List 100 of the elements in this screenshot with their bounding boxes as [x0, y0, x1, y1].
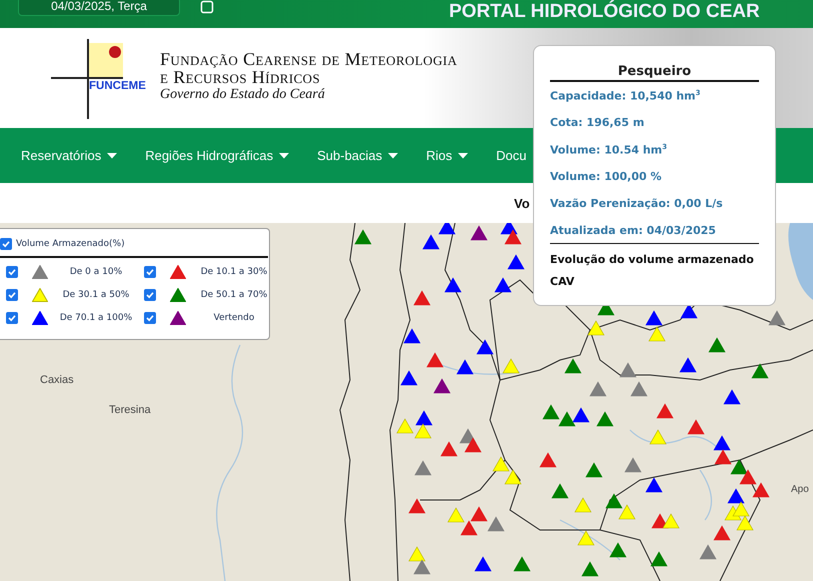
- triangle-marker[interactable]: [630, 381, 648, 396]
- triangle-marker[interactable]: [476, 339, 494, 354]
- triangle-marker[interactable]: [589, 381, 607, 396]
- triangle-marker[interactable]: [494, 277, 512, 292]
- triangle-marker[interactable]: [542, 404, 560, 420]
- triangle-marker[interactable]: [396, 418, 414, 434]
- triangle-marker[interactable]: [502, 358, 520, 374]
- triangle-marker[interactable]: [736, 515, 754, 530]
- triangle-marker[interactable]: [648, 326, 666, 342]
- organization-name: Fundação Cearense de Meteorologia: [160, 50, 458, 68]
- triangle-marker[interactable]: [474, 556, 492, 572]
- triangle-marker[interactable]: [574, 497, 592, 512]
- triangle-marker[interactable]: [551, 483, 569, 498]
- triangle-marker[interactable]: [713, 435, 731, 450]
- triangle-marker[interactable]: [739, 469, 757, 484]
- legend-title: Volume Armazenado(%): [16, 239, 125, 249]
- triangle-marker[interactable]: [572, 407, 590, 422]
- triangle-marker[interactable]: [687, 419, 705, 434]
- caret-icon[interactable]: [107, 152, 118, 158]
- triangle-marker[interactable]: [564, 358, 582, 374]
- triangle-marker[interactable]: [433, 378, 451, 394]
- triangle-marker[interactable]: [422, 234, 440, 250]
- caret-icon[interactable]: [458, 152, 468, 158]
- triangle-marker[interactable]: [752, 482, 770, 498]
- checkbox[interactable]: [144, 289, 156, 301]
- triangle-marker[interactable]: [609, 542, 627, 558]
- nav-menu-item[interactable]: Docu: [496, 148, 527, 163]
- triangle-marker[interactable]: [713, 525, 731, 540]
- triangle-marker[interactable]: [504, 229, 522, 244]
- triangle-marker[interactable]: [504, 469, 522, 484]
- triangle-marker[interactable]: [507, 254, 525, 270]
- triangle-marker[interactable]: [460, 520, 478, 536]
- triangle-marker[interactable]: [587, 320, 605, 336]
- triangle-marker[interactable]: [650, 551, 668, 566]
- triangle-marker[interactable]: [727, 488, 745, 504]
- triangle-marker[interactable]: [768, 310, 786, 326]
- popup-link[interactable]: CAV: [550, 275, 759, 288]
- triangle-marker[interactable]: [413, 559, 431, 574]
- triangle-marker[interactable]: [440, 441, 458, 456]
- triangle-marker[interactable]: [585, 462, 603, 478]
- nav-menu-item[interactable]: Rios: [426, 148, 468, 163]
- triangle-marker[interactable]: [400, 370, 418, 386]
- triangle-marker[interactable]: [662, 513, 680, 528]
- triangle-marker[interactable]: [487, 516, 505, 532]
- triangle-marker[interactable]: [500, 223, 518, 234]
- checkbox[interactable]: [144, 312, 156, 324]
- triangle-marker[interactable]: [426, 352, 444, 368]
- legend-label: De 50.1 a 70%: [200, 290, 268, 300]
- triangle-marker[interactable]: [403, 328, 421, 344]
- triangle-marker[interactable]: [354, 229, 372, 244]
- checkbox[interactable]: [6, 266, 18, 278]
- triangle-marker[interactable]: [714, 449, 732, 464]
- triangle-marker[interactable]: [470, 225, 488, 240]
- triangle-marker[interactable]: [732, 501, 750, 516]
- caret-icon[interactable]: [388, 152, 398, 158]
- square-icon[interactable]: [200, 0, 214, 14]
- checkbox[interactable]: [6, 312, 18, 324]
- triangle-marker[interactable]: [513, 556, 531, 572]
- checkbox[interactable]: [6, 289, 18, 301]
- triangle-marker[interactable]: [447, 507, 465, 522]
- triangle-marker[interactable]: [596, 411, 614, 426]
- triangle-marker[interactable]: [581, 561, 599, 576]
- triangle-marker[interactable]: [605, 493, 623, 508]
- triangle-marker[interactable]: [645, 477, 663, 492]
- triangle-marker[interactable]: [464, 437, 482, 452]
- triangle-marker[interactable]: [649, 429, 667, 444]
- triangle-marker[interactable]: [699, 544, 717, 560]
- triangle-marker[interactable]: [751, 363, 769, 378]
- triangle-marker[interactable]: [415, 410, 433, 426]
- triangle-marker[interactable]: [413, 290, 431, 306]
- triangle-marker[interactable]: [723, 389, 741, 404]
- date-button[interactable]: 04/03/2025, Terça: [18, 0, 180, 16]
- triangle-marker[interactable]: [438, 223, 456, 234]
- triangle-marker[interactable]: [619, 362, 637, 378]
- triangle-marker[interactable]: [577, 530, 595, 546]
- triangle-marker[interactable]: [408, 498, 426, 514]
- triangle-marker[interactable]: [470, 506, 488, 522]
- triangle-marker[interactable]: [680, 303, 698, 318]
- triangle-marker[interactable]: [645, 310, 663, 326]
- caret-icon[interactable]: [279, 152, 290, 158]
- nav-menu-item[interactable]: Reservatórios: [21, 148, 118, 163]
- triangle-marker[interactable]: [618, 504, 636, 520]
- triangle-marker[interactable]: [679, 357, 697, 372]
- triangle-marker[interactable]: [408, 546, 426, 562]
- triangle-marker[interactable]: [539, 452, 557, 468]
- checkbox[interactable]: [0, 238, 12, 250]
- popup-link[interactable]: Evolução do volume armazenado: [550, 253, 759, 266]
- nav-menu-item[interactable]: Sub-bacias: [317, 148, 398, 163]
- triangle-marker[interactable]: [558, 411, 576, 426]
- nav-menu-item[interactable]: Regiões Hidrográficas: [145, 148, 290, 163]
- triangle-marker[interactable]: [456, 359, 474, 374]
- triangle-marker[interactable]: [414, 423, 432, 438]
- triangle-marker[interactable]: [492, 456, 510, 472]
- triangle-marker[interactable]: [444, 277, 462, 292]
- triangle-marker[interactable]: [414, 460, 432, 476]
- triangle-marker[interactable]: [624, 457, 642, 472]
- triangle-marker[interactable]: [730, 459, 748, 474]
- checkbox[interactable]: [144, 266, 156, 278]
- triangle-marker[interactable]: [656, 403, 674, 418]
- triangle-marker[interactable]: [708, 337, 726, 352]
